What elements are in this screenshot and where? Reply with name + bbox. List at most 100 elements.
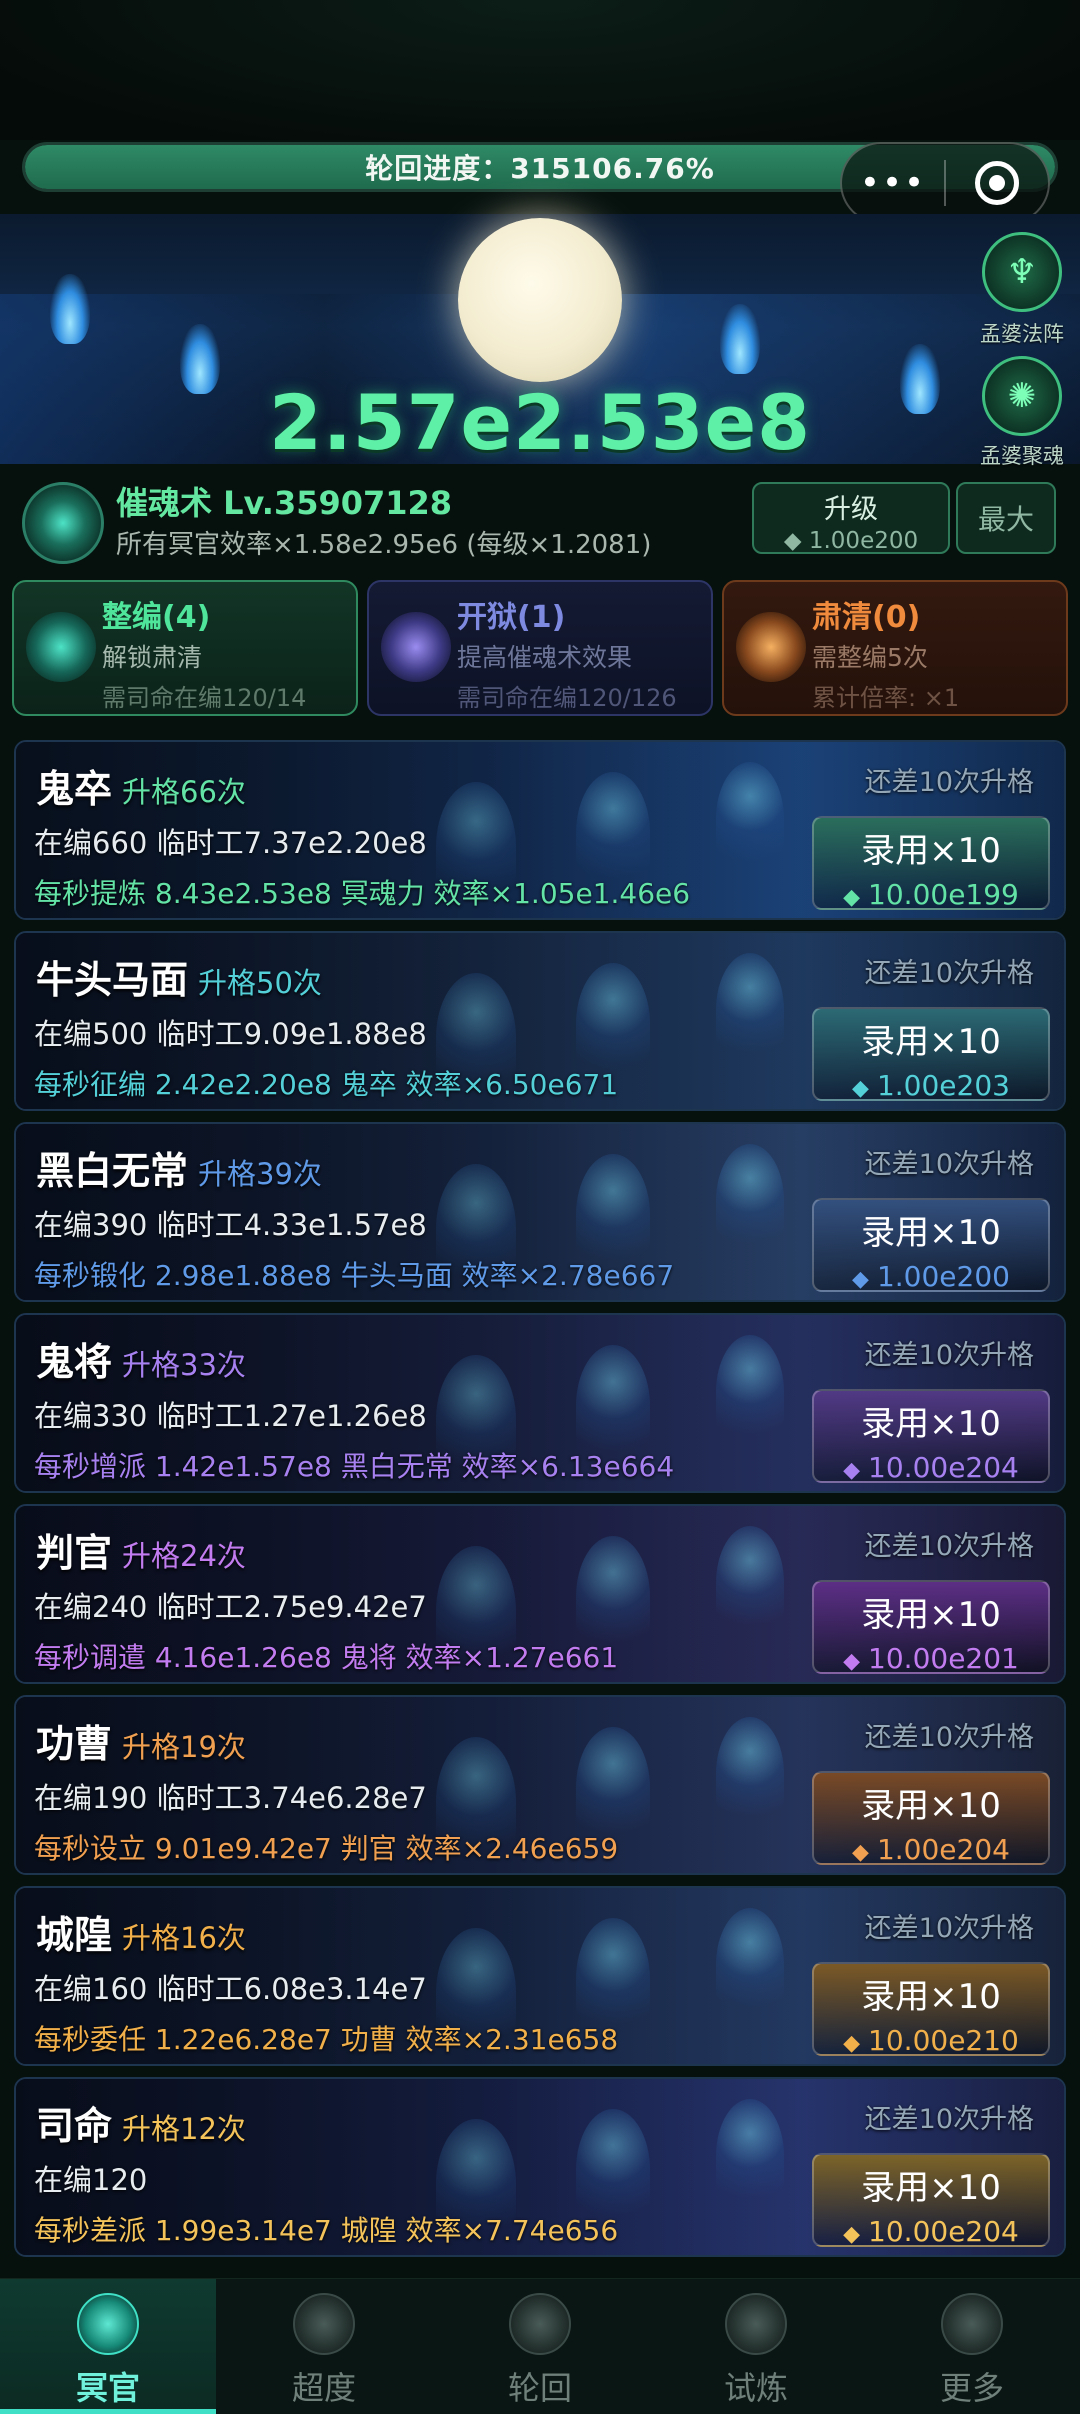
open-prison-card[interactable]: 开狱(1) 提高催魂术效果 需司命在编120/126: [367, 580, 713, 716]
unit-rank: 升格39次: [198, 1157, 322, 1191]
blue-flame-icon: [50, 274, 90, 344]
spiral-icon: [509, 2293, 571, 2355]
unit-production-rate: 每秒调遣 4.16e1.26e8 鬼将 效率×1.27e661: [34, 1641, 619, 1674]
tab-label: 超度: [291, 2369, 356, 2407]
diamond-icon: ◆: [843, 885, 861, 910]
unit-production-rate: 每秒差派 1.99e3.14e7 城隍 效率×7.74e656: [34, 2214, 619, 2247]
bottom-nav: 冥官 超度 轮回 试炼 更多: [0, 2278, 1080, 2414]
unit-title: 鬼将: [36, 1340, 113, 1384]
side-button-label: 孟婆聚魂: [980, 444, 1064, 468]
reorganize-icon: [26, 612, 96, 682]
hire-x10-button[interactable]: 录用×10 ◆ 10.00e201: [812, 1580, 1050, 1675]
unit-title: 牛头马面: [36, 958, 189, 1002]
card-requirement: 累计倍率: ×1: [812, 684, 960, 712]
target-circle-icon[interactable]: [946, 161, 1048, 205]
unit-card: 黑白无常 升格39次在编390 临时工4.33e1.57e8 每秒锻化 2.98e1…: [14, 1122, 1066, 1302]
tab-trial[interactable]: 试炼: [648, 2279, 864, 2414]
flame-trial-icon: [725, 2293, 787, 2355]
hire-label: 录用×10: [861, 1977, 1001, 2017]
soul-urging-skill-icon: [22, 482, 104, 564]
formation-icon[interactable]: ♆: [982, 232, 1062, 312]
unit-card: 城隍 升格16次在编160 临时工6.08e3.14e7 每秒委任 1.22e6.2…: [14, 1886, 1066, 2066]
tab-label: 轮回: [507, 2369, 572, 2407]
unit-title: 鬼卒: [36, 767, 113, 811]
unit-card: 鬼将 升格33次 在编330 临时工1.27e1.26e8 每秒增派 1.42e1.5…: [14, 1313, 1066, 1493]
unit-headcount: 在编500 临时工9.09e1.88e8: [34, 1017, 427, 1051]
diamond-icon: ◆: [843, 1649, 861, 1674]
soul-gather-icon[interactable]: ✺: [982, 356, 1062, 436]
hire-cost: ◆ 1.00e200: [814, 1260, 1048, 1293]
cost-value: 10.00e204: [868, 2215, 1019, 2248]
unit-promotion-remaining: 还差10次升格: [864, 1722, 1034, 1753]
hire-x10-button[interactable]: 录用×10 ◆ 10.00e204: [812, 1389, 1050, 1484]
card-desc: 提高催魂术效果: [457, 643, 633, 672]
purge-card[interactable]: 肃清(0) 需整编5次 累计倍率: ×1: [722, 580, 1068, 716]
hire-cost: ◆ 10.00e204: [814, 1451, 1048, 1484]
unit-title: 黑白无常: [36, 1149, 189, 1193]
diamond-icon: ◆: [852, 1076, 869, 1101]
cost-value: 10.00e210: [868, 2024, 1019, 2057]
skill-upgrade-button[interactable]: 升级 ◆ 1.00e200: [752, 482, 950, 554]
unit-name: 司命 升格12次: [36, 2095, 246, 2150]
unit-rank: 升格19次: [122, 1730, 246, 1764]
hire-x10-button[interactable]: 录用×10 ◆ 10.00e199: [812, 816, 1050, 911]
unit-rank: 升格16次: [122, 1921, 246, 1955]
unit-headcount: 在编190 临时工3.74e6.28e7: [34, 1781, 427, 1815]
card-title: 整编(4): [102, 600, 211, 635]
card-desc: 需整编5次: [812, 643, 928, 672]
diamond-icon: ◆: [852, 1840, 869, 1865]
cost-value: 10.00e199: [868, 878, 1019, 911]
more-dots-icon[interactable]: •••: [842, 163, 944, 203]
unit-headcount: 在编120: [34, 2163, 148, 2197]
tab-reincarnation[interactable]: 轮回: [432, 2279, 648, 2414]
open-prison-icon: [381, 612, 451, 682]
hire-x10-button[interactable]: 录用×10 ◆ 10.00e210: [812, 1962, 1050, 2057]
unit-headcount: 在编160 临时工6.08e3.14e7: [34, 1972, 427, 2006]
unit-name: 黑白无常 升格39次: [36, 1140, 322, 1195]
full-moon: [458, 218, 622, 382]
cost-value: 1.00e204: [876, 1833, 1010, 1866]
hire-x10-button[interactable]: 录用×10 ◆ 1.00e203: [812, 1007, 1050, 1102]
hire-x10-button[interactable]: 录用×10 ◆ 1.00e200: [812, 1198, 1050, 1293]
hire-label: 录用×10: [861, 1213, 1001, 1253]
hire-x10-button[interactable]: 录用×10 ◆ 10.00e204: [812, 2153, 1050, 2248]
unit-title: 城隍: [36, 1913, 113, 1957]
card-desc: 解锁肃清: [102, 643, 203, 672]
cost-value: 10.00e201: [868, 1642, 1019, 1675]
hire-x10-button[interactable]: 录用×10 ◆ 1.00e204: [812, 1771, 1050, 1866]
purge-icon: [736, 612, 806, 682]
lantern-icon: [293, 2293, 355, 2355]
unit-production-rate: 每秒提炼 8.43e2.53e8 冥魂力 效率×1.05e1.46e6: [34, 877, 691, 910]
unit-promotion-remaining: 还差10次升格: [864, 958, 1034, 989]
unit-card: 牛头马面 升格50次在编500 临时工9.09e1.88e8 每秒征编 2.42e2…: [14, 931, 1066, 1111]
tab-label: 冥官: [75, 2369, 140, 2407]
unit-production-rate: 每秒委任 1.22e6.28e7 功曹 效率×2.31e658: [34, 2023, 619, 2056]
unit-card: 司命 升格12次在编120 每秒差派 1.99e3.14e7 城隍 效率×7.74e…: [14, 2077, 1066, 2257]
soul-power-total: 2.57e2.53e8: [269, 378, 811, 467]
unit-headcount: 在编660 临时工7.37e2.20e8: [34, 826, 427, 860]
unit-title: 判官: [36, 1531, 113, 1575]
side-button-label: 孟婆法阵: [980, 322, 1064, 346]
unit-production-rate: 每秒设立 9.01e9.42e7 判官 效率×2.46e659: [34, 1832, 619, 1865]
unit-name: 牛头马面 升格50次: [36, 949, 322, 1004]
unit-name: 鬼将 升格33次: [36, 1331, 246, 1386]
blue-flame-icon: [720, 304, 760, 374]
unit-name: 城隍 升格16次: [36, 1904, 246, 1959]
tab-officials[interactable]: 冥官: [0, 2279, 216, 2414]
unit-name: 鬼卒 升格66次: [36, 758, 246, 813]
reorganize-card[interactable]: 整编(4) 解锁肃清 需司命在编120/14: [12, 580, 358, 716]
unit-headcount: 在编390 临时工4.33e1.57e8: [34, 1208, 427, 1242]
hire-cost: ◆ 10.00e201: [814, 1642, 1048, 1675]
unit-name: 功曹 升格19次: [36, 1713, 246, 1768]
unit-production-rate: 每秒锻化 2.98e1.88e8 牛头马面 效率×2.78e667: [34, 1259, 675, 1292]
upgrade-cost: ◆ 1.00e200: [783, 528, 919, 554]
tab-salvation[interactable]: 超度: [216, 2279, 432, 2414]
miniprogram-capsule: •••: [840, 142, 1050, 224]
unit-production-rate: 每秒征编 2.42e2.20e8 鬼卒 效率×6.50e671: [34, 1068, 619, 1101]
skill-max-button[interactable]: 最大: [956, 482, 1056, 554]
unit-card: 功曹 升格19次在编190 临时工3.74e6.28e7 每秒设立 9.01e9.4…: [14, 1695, 1066, 1875]
diamond-icon: ◆: [852, 1267, 869, 1292]
unit-rank: 升格12次: [122, 2112, 246, 2146]
active-tab-indicator: [0, 2409, 216, 2414]
tab-more[interactable]: 更多: [864, 2279, 1080, 2414]
